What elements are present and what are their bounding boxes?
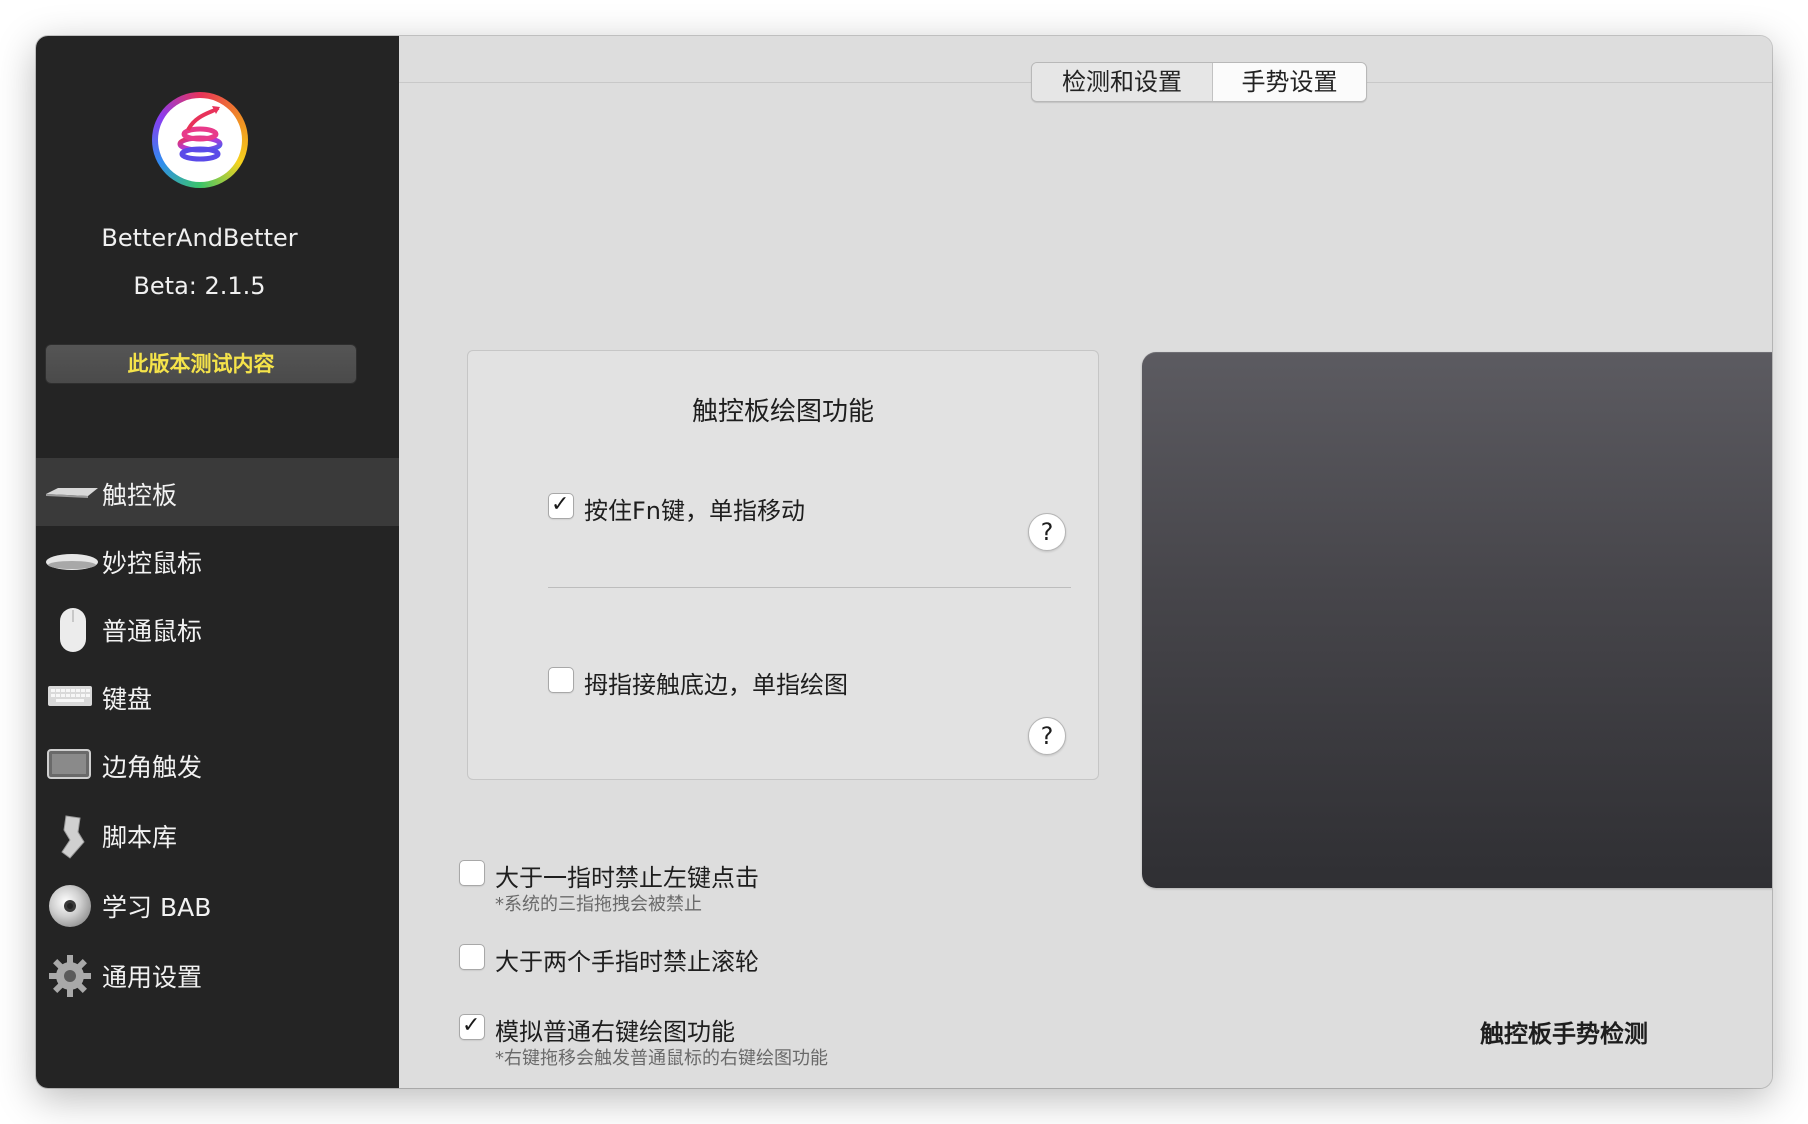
trackpad-icon xyxy=(44,470,98,514)
sidebar-item-mouse[interactable]: 普通鼠标 xyxy=(36,594,399,662)
disable-left-click-checkbox[interactable] xyxy=(459,860,485,886)
sidebar-item-label: 普通鼠标 xyxy=(102,617,203,646)
app-window: BetterAndBetter Beta: 2.1.5 此版本测试内容 触控板 xyxy=(36,36,1772,1088)
sidebar-item-hot-corners[interactable]: 边角触发 xyxy=(36,730,399,798)
check-mark-icon: ✓ xyxy=(551,492,570,517)
sidebar-item-label: 通用设置 xyxy=(102,963,203,992)
app-name: BetterAndBetter xyxy=(101,224,298,252)
main-panel: 检测和设置 手势设置 触控板绘图功能 ✓ 按住Fn键，单指移动 ? 拇指接触底边… xyxy=(399,36,1772,1088)
app-version: Beta: 2.1.5 xyxy=(133,272,266,300)
sidebar: BetterAndBetter Beta: 2.1.5 此版本测试内容 触控板 xyxy=(36,36,399,1088)
beta-content-button[interactable]: 此版本测试内容 xyxy=(45,344,357,384)
trackpad-detect-label: 触控板手势检测 xyxy=(1480,1020,1648,1048)
sidebar-item-label: 脚本库 xyxy=(102,823,178,852)
fn-move-checkbox[interactable]: ✓ xyxy=(548,492,574,519)
sidebar-item-trackpad[interactable]: 触控板 xyxy=(36,458,399,526)
gear-icon xyxy=(44,952,92,997)
tab-gesture-settings[interactable]: 手势设置 xyxy=(1213,63,1366,101)
sidebar-item-learn-bab[interactable]: 学习 BAB xyxy=(36,870,399,938)
script-icon xyxy=(44,812,92,859)
fn-move-label: 按住Fn键，单指移动 xyxy=(584,497,806,525)
group-divider xyxy=(548,587,1071,588)
sidebar-item-general-settings[interactable]: 通用设置 xyxy=(36,940,399,1008)
sidebar-item-label: 学习 BAB xyxy=(102,893,212,922)
disable-scroll-checkbox[interactable] xyxy=(459,944,485,970)
disable-left-click-label: 大于一指时禁止左键点击 xyxy=(495,864,759,892)
simulate-right-drawing-note: *右键拖移会触发普通鼠标的右键绘图功能 xyxy=(495,1048,828,1069)
sidebar-item-label: 触控板 xyxy=(102,481,178,510)
thumb-drawing-label: 拇指接触底边，单指绘图 xyxy=(584,671,848,699)
sidebar-item-label: 边角触发 xyxy=(102,753,203,782)
disable-left-click-note: *系统的三指拖拽会被禁止 xyxy=(495,894,702,915)
dvd-icon xyxy=(44,882,92,927)
sidebar-item-magic-mouse[interactable]: 妙控鼠标 xyxy=(36,526,399,594)
magic-mouse-icon xyxy=(44,538,98,582)
sidebar-item-keyboard[interactable]: 键盘 xyxy=(36,662,399,730)
sidebar-item-label: 键盘 xyxy=(102,685,153,714)
drawing-group-title: 触控板绘图功能 xyxy=(691,397,874,427)
drawing-group-box: 触控板绘图功能 ✓ 按住Fn键，单指移动 ? 拇指接触底边，单指绘图 ? xyxy=(467,350,1099,780)
help-button[interactable]: ? xyxy=(1028,513,1066,551)
tab-segmented-control: 检测和设置 手势设置 xyxy=(1031,62,1367,102)
simulate-right-drawing-checkbox[interactable]: ✓ xyxy=(459,1013,485,1040)
trackpad-detection-area[interactable] xyxy=(1142,352,1772,888)
sidebar-item-label: 妙控鼠标 xyxy=(102,549,203,578)
sidebar-item-scripts[interactable]: 脚本库 xyxy=(36,800,399,868)
hot-corner-icon xyxy=(44,742,92,786)
mouse-icon xyxy=(44,606,92,652)
thumb-drawing-checkbox[interactable] xyxy=(548,667,574,693)
help-button[interactable]: ? xyxy=(1028,717,1066,755)
simulate-right-drawing-label: 模拟普通右键绘图功能 xyxy=(495,1018,735,1046)
tab-detect-settings[interactable]: 检测和设置 xyxy=(1032,63,1213,101)
check-mark-icon: ✓ xyxy=(462,1013,481,1038)
keyboard-icon xyxy=(44,674,92,718)
app-logo xyxy=(152,92,248,188)
disable-scroll-label: 大于两个手指时禁止滚轮 xyxy=(495,948,759,976)
